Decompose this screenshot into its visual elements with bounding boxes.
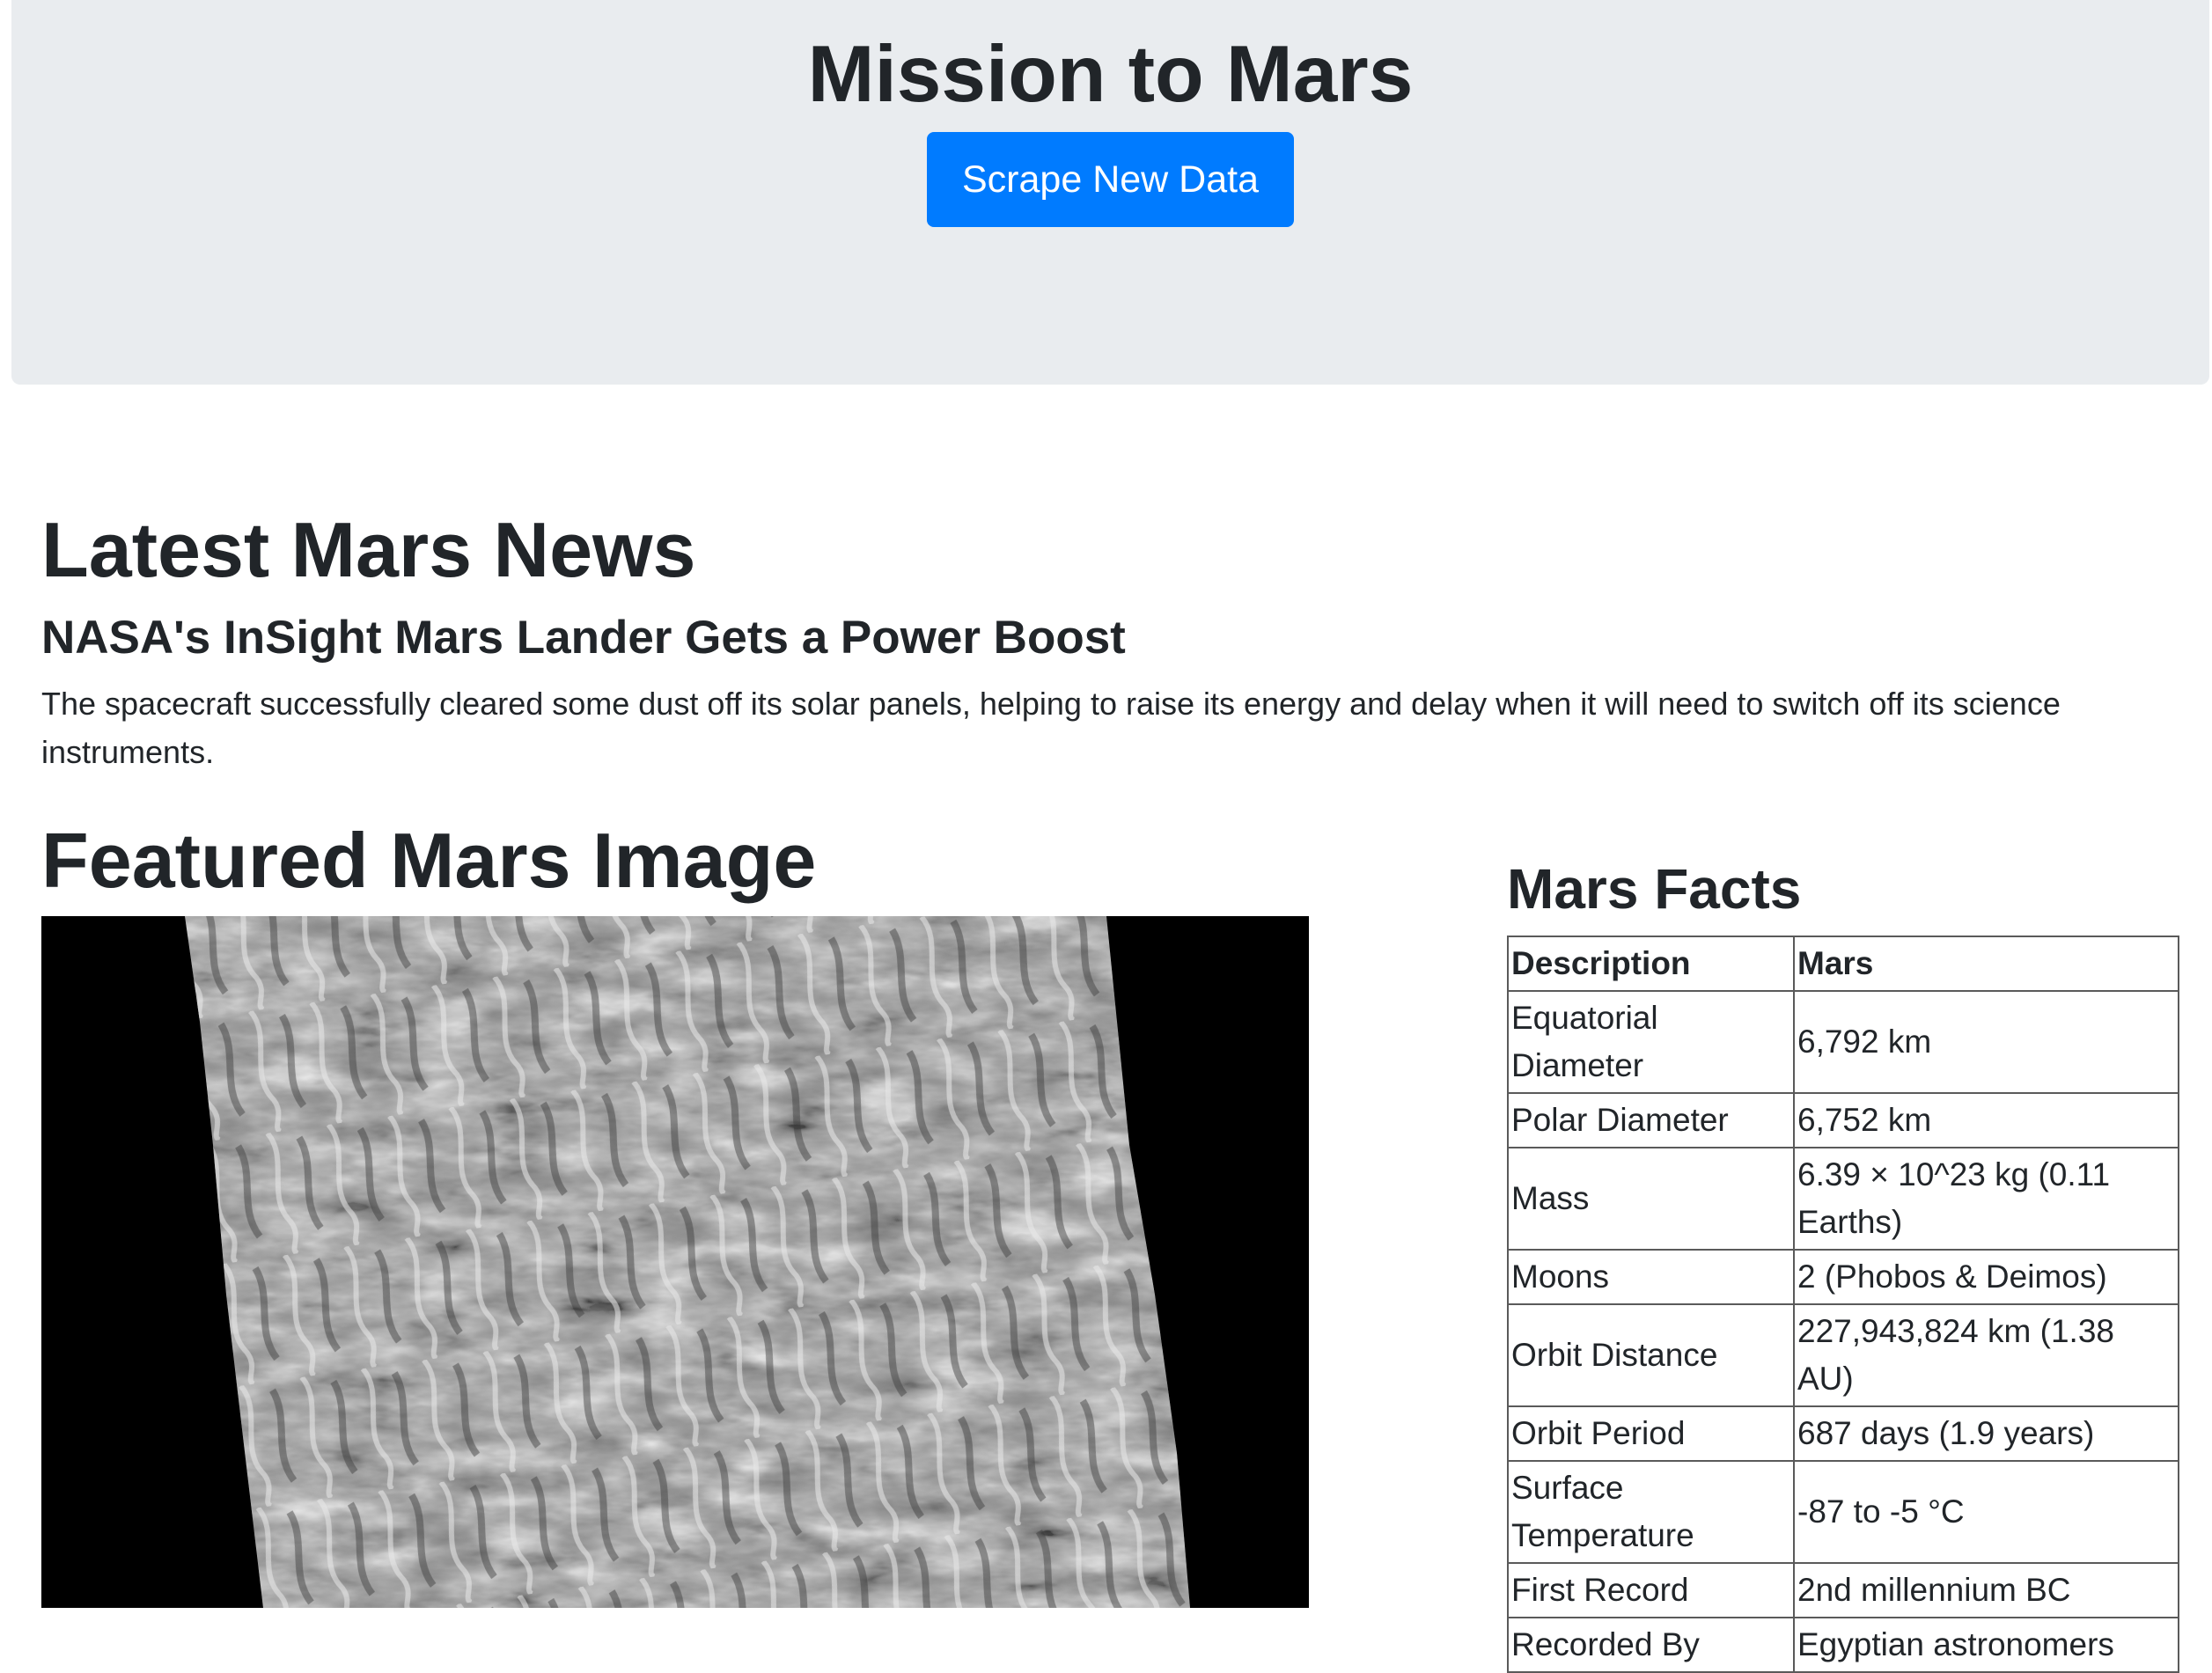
fact-label: First Record: [1507, 1562, 1795, 1618]
fact-value: 2nd millennium BC: [1793, 1562, 2179, 1618]
table-row: Polar Diameter 6,752 km: [1507, 1092, 2179, 1148]
fact-value: 6,752 km: [1793, 1092, 2179, 1148]
table-row: Mass 6.39 × 10^23 kg (0.11 Earths): [1507, 1147, 2179, 1251]
table-row: First Record 2nd millennium BC: [1507, 1562, 2179, 1618]
fact-label: Orbit Period: [1507, 1405, 1795, 1462]
fact-value: 6,792 km: [1793, 990, 2179, 1094]
latest-news-heading: Latest Mars News: [41, 506, 696, 593]
table-row: Equatorial Diameter 6,792 km: [1507, 990, 2179, 1094]
mars-facts-heading: Mars Facts: [1507, 857, 1802, 921]
page-title: Mission to Mars: [807, 30, 1414, 119]
mars-facts-table: Description Mars Equatorial Diameter 6,7…: [1507, 936, 2179, 1673]
fact-value: 687 days (1.9 years): [1793, 1405, 2179, 1462]
fact-label: Surface Temperature: [1507, 1460, 1795, 1564]
fact-value: 2 (Phobos & Deimos): [1793, 1249, 2179, 1305]
scrape-new-data-button[interactable]: Scrape New Data: [927, 132, 1294, 227]
fact-label: Mass: [1507, 1147, 1795, 1251]
news-title: NASA's InSight Mars Lander Gets a Power …: [41, 612, 1126, 664]
table-row: Surface Temperature -87 to -5 °C: [1507, 1460, 2179, 1564]
news-teaser: The spacecraft successfully cleared some…: [41, 686, 2061, 770]
fact-label: Equatorial Diameter: [1507, 990, 1795, 1094]
fact-value: -87 to -5 °C: [1793, 1460, 2179, 1564]
jumbotron-header: Mission to Mars Scrape New Data: [11, 0, 2209, 385]
fact-label: Recorded By: [1507, 1617, 1795, 1673]
featured-mars-image: [41, 916, 1309, 1608]
table-row: Recorded By Egyptian astronomers: [1507, 1617, 2179, 1673]
column-header-description: Description: [1507, 936, 1795, 992]
mars-dunes-image: [41, 916, 1309, 1608]
fact-label: Orbit Distance: [1507, 1303, 1795, 1407]
column-header-mars: Mars: [1793, 936, 2179, 992]
featured-image-heading: Featured Mars Image: [41, 817, 817, 904]
table-row: Orbit Distance 227,943,824 km (1.38 AU): [1507, 1303, 2179, 1407]
table-row: Moons 2 (Phobos & Deimos): [1507, 1249, 2179, 1305]
fact-label: Moons: [1507, 1249, 1795, 1305]
fact-value: 227,943,824 km (1.38 AU): [1793, 1303, 2179, 1407]
fact-value: 6.39 × 10^23 kg (0.11 Earths): [1793, 1147, 2179, 1251]
table-row: Orbit Period 687 days (1.9 years): [1507, 1405, 2179, 1462]
fact-value: Egyptian astronomers: [1793, 1617, 2179, 1673]
fact-label: Polar Diameter: [1507, 1092, 1795, 1148]
table-header-row: Description Mars: [1507, 936, 2179, 992]
